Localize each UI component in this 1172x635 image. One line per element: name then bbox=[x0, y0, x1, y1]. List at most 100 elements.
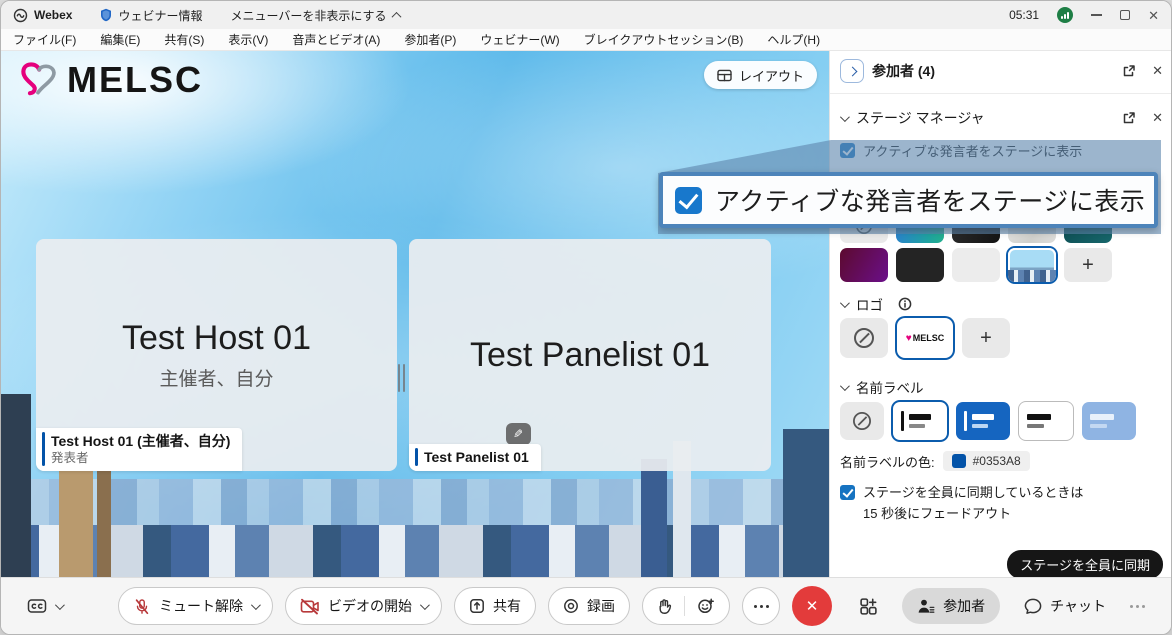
close-panel-icon[interactable]: ✕ bbox=[1152, 63, 1163, 79]
start-video-button[interactable]: ビデオの開始 bbox=[285, 587, 442, 625]
stage-brand-logo: MELSC bbox=[15, 59, 203, 101]
background-purple[interactable] bbox=[840, 248, 888, 282]
name-label-color-picker[interactable]: #0353A8 bbox=[943, 451, 1030, 471]
layout-grid-icon bbox=[717, 69, 732, 82]
logo-none-option[interactable] bbox=[840, 318, 888, 358]
unmute-button[interactable]: ミュート解除 bbox=[118, 587, 273, 625]
collapse-panel-button[interactable] bbox=[840, 59, 864, 83]
stage-brand-text: MELSC bbox=[67, 59, 203, 101]
name-label-none-option[interactable] bbox=[840, 402, 884, 440]
menu-help[interactable]: ヘルプ(H) bbox=[767, 31, 820, 48]
menu-breakout[interactable]: ブレイクアウトセッション(B) bbox=[584, 31, 744, 48]
sync-stage-button[interactable]: ステージを全員に同期 bbox=[1007, 550, 1163, 579]
name-label-style-2[interactable] bbox=[956, 402, 1010, 440]
background-black-2[interactable] bbox=[896, 248, 944, 282]
chevron-down-icon[interactable] bbox=[840, 381, 850, 391]
name-label-accent-bar bbox=[42, 432, 45, 466]
host-display-name: Test Host 01 bbox=[122, 319, 311, 358]
video-tile-panelist[interactable]: Test Panelist 01 ✎ Test Panelist 01 bbox=[409, 239, 771, 471]
city-building bbox=[783, 429, 829, 579]
emoji-reactions-icon bbox=[697, 597, 715, 615]
webex-window: Webex ウェビナー情報 メニューバーを非表示にする 05:31 ✕ ファイル… bbox=[0, 0, 1172, 635]
layout-button[interactable]: レイアウト bbox=[704, 61, 817, 89]
reactions-control[interactable] bbox=[642, 587, 730, 625]
name-label-section-title: 名前ラベル bbox=[856, 377, 924, 397]
app-title: Webex bbox=[34, 8, 72, 22]
menu-webinar[interactable]: ウェビナー(W) bbox=[480, 31, 559, 48]
mini-heart-icon: ♥ bbox=[906, 333, 912, 344]
menu-view[interactable]: 表示(V) bbox=[228, 31, 268, 48]
webinar-info-button[interactable]: ウェビナー情報 bbox=[100, 7, 202, 24]
color-swatch bbox=[952, 454, 966, 468]
apps-icon[interactable] bbox=[859, 597, 878, 616]
overflow-more-icon[interactable] bbox=[1130, 605, 1145, 608]
stage-area: MELSC レイアウト Test Host 01 主催者、自分 Test Hos… bbox=[1, 51, 829, 579]
logo-melsc-option-selected[interactable]: ♥MELSC bbox=[897, 318, 953, 358]
menu-participants[interactable]: 参加者(P) bbox=[404, 31, 456, 48]
menu-file[interactable]: ファイル(F) bbox=[13, 31, 76, 48]
name-label-style-3[interactable] bbox=[1019, 402, 1073, 440]
magnified-callout: アクティブな発言者をステージに表示 bbox=[659, 172, 1158, 228]
active-speaker-checkbox-row[interactable]: アクティブな発言者をステージに表示 bbox=[840, 141, 1163, 160]
captions-icon bbox=[27, 598, 47, 614]
shield-icon bbox=[100, 8, 112, 22]
host-role-subtitle: 主催者、自分 bbox=[159, 364, 273, 391]
raise-hand-icon bbox=[657, 598, 672, 615]
chevron-down-icon bbox=[55, 600, 65, 610]
hide-menubar-button[interactable]: メニューバーを非表示にする bbox=[230, 7, 399, 24]
mic-muted-icon bbox=[133, 597, 151, 616]
panelist-name-label: Test Panelist 01 bbox=[409, 444, 541, 471]
minimize-button[interactable] bbox=[1091, 14, 1102, 16]
chevron-down-icon[interactable] bbox=[840, 112, 850, 122]
no-name-label-icon bbox=[853, 412, 871, 430]
chevron-down-icon bbox=[420, 600, 430, 610]
fade-checkbox[interactable] bbox=[840, 485, 855, 500]
more-options-button[interactable] bbox=[742, 587, 780, 625]
menu-share[interactable]: 共有(S) bbox=[164, 31, 204, 48]
active-speaker-checkbox[interactable] bbox=[840, 143, 855, 158]
participants-icon bbox=[917, 598, 935, 614]
add-background-button[interactable]: + bbox=[1064, 248, 1112, 282]
chevron-down-icon[interactable] bbox=[840, 298, 850, 308]
tile-resize-handle[interactable] bbox=[398, 364, 405, 392]
logo-section-title: ロゴ bbox=[856, 294, 883, 314]
name-label-style-4[interactable] bbox=[1082, 402, 1136, 440]
panelist-display-name: Test Panelist 01 bbox=[470, 336, 710, 375]
background-light-gray[interactable] bbox=[952, 248, 1000, 282]
captions-control[interactable] bbox=[27, 598, 62, 614]
add-logo-button[interactable]: + bbox=[962, 318, 1010, 358]
video-tile-host[interactable]: Test Host 01 主催者、自分 Test Host 01 (主催者、自分… bbox=[36, 239, 397, 471]
pencil-icon: ✎ bbox=[513, 427, 523, 441]
menu-audio-video[interactable]: 音声とビデオ(A) bbox=[292, 31, 380, 48]
melsc-heart-icon bbox=[15, 60, 61, 100]
webex-logo-icon bbox=[13, 8, 28, 23]
record-button[interactable]: 録画 bbox=[548, 587, 630, 625]
popout-icon[interactable] bbox=[1122, 64, 1136, 78]
participants-toggle-button[interactable]: 参加者 bbox=[902, 588, 1000, 624]
name-label-style-1-selected[interactable] bbox=[893, 402, 947, 440]
chat-toggle-button[interactable]: チャット bbox=[1024, 596, 1106, 616]
share-button[interactable]: 共有 bbox=[454, 587, 536, 625]
close-button[interactable]: ✕ bbox=[1148, 9, 1159, 22]
chevron-up-icon bbox=[391, 11, 401, 21]
close-stage-manager-icon[interactable]: ✕ bbox=[1152, 110, 1163, 126]
participants-header: 参加者 (4) bbox=[872, 61, 935, 81]
connection-status-icon bbox=[1057, 7, 1073, 23]
magnified-callout-text: アクティブな発言者をステージに表示 bbox=[715, 182, 1145, 218]
leave-meeting-button[interactable]: ✕ bbox=[792, 586, 832, 626]
edit-name-label-button[interactable]: ✎ bbox=[506, 423, 531, 445]
info-icon[interactable] bbox=[898, 297, 912, 311]
restore-button[interactable] bbox=[1120, 10, 1130, 20]
record-icon bbox=[563, 598, 579, 614]
chevron-down-icon bbox=[251, 600, 261, 610]
camera-off-icon bbox=[300, 598, 320, 615]
no-logo-icon bbox=[854, 328, 874, 348]
background-city-selected[interactable] bbox=[1008, 248, 1056, 282]
meeting-timer: 05:31 bbox=[1009, 8, 1039, 22]
fade-checkbox-row[interactable]: ステージを全員に同期しているときは 15 秒後にフェードアウト bbox=[840, 482, 1163, 524]
popout-icon[interactable] bbox=[1122, 111, 1136, 125]
webex-brand: Webex bbox=[13, 8, 72, 23]
share-icon bbox=[469, 598, 485, 614]
city-skyline-near bbox=[1, 525, 829, 579]
menu-edit[interactable]: 編集(E) bbox=[100, 31, 140, 48]
